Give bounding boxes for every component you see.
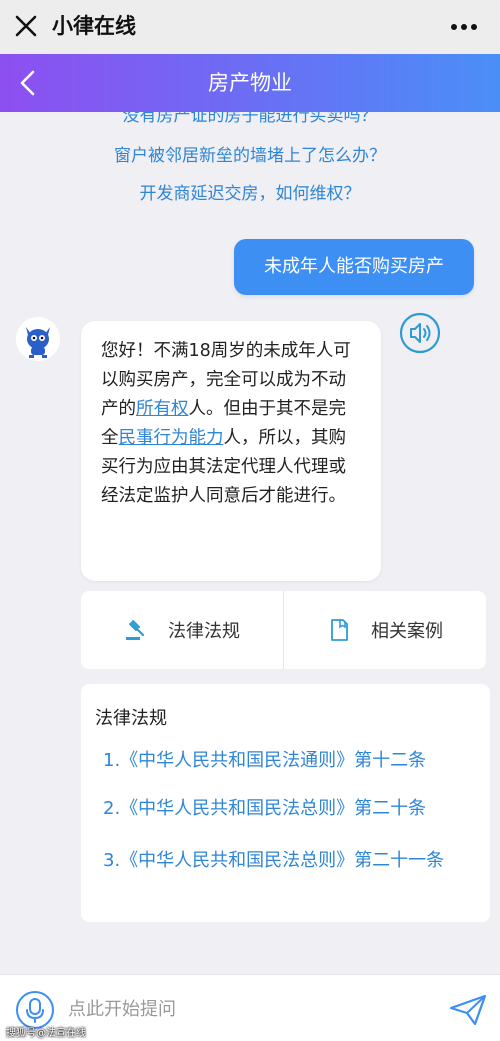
suggested-question[interactable]: 开发商延迟交房，如何维权？ bbox=[0, 182, 500, 206]
speaker-icon[interactable] bbox=[399, 312, 441, 354]
top-bar: 小律在线 bbox=[0, 0, 500, 54]
term-link-ownership[interactable]: 所有权 bbox=[136, 399, 189, 419]
gavel-icon bbox=[126, 620, 145, 640]
law-link[interactable]: 2.《中华人民共和国民法总则》第二十条 bbox=[103, 794, 475, 824]
send-icon[interactable] bbox=[448, 993, 488, 1027]
laws-panel: 法律法规 1.《中华人民共和国民法通则》第十二条 2.《中华人民共和国民法总则》… bbox=[81, 684, 490, 922]
law-link[interactable]: 1.《中华人民共和国民法通则》第十二条 bbox=[103, 746, 475, 776]
microphone-icon bbox=[26, 998, 44, 1023]
suggested-question[interactable]: 窗户被邻居新垒的墙堵上了怎么办？ bbox=[0, 144, 500, 168]
document-icon bbox=[331, 619, 348, 641]
tab-cases-label: 相关案例 bbox=[371, 621, 443, 642]
chat-area: 没有房产证的房子能进行买卖吗？ 窗户被邻居新垒的墙堵上了怎么办？ 开发商延迟交房… bbox=[0, 112, 500, 974]
bot-avatar bbox=[16, 317, 60, 361]
page-title: 房产物业 bbox=[208, 71, 292, 95]
page-header: 房产物业 bbox=[0, 54, 500, 112]
bot-message-bubble: 您好！不满18周岁的未成年人可以购买房产，完全可以成为不动产的所有权人。但由于其… bbox=[81, 321, 381, 581]
question-input[interactable]: 点此开始提问 bbox=[68, 995, 176, 1025]
tab-laws-label: 法律法规 bbox=[168, 621, 240, 642]
robot-mascot-icon bbox=[16, 317, 60, 361]
user-message-bubble: 未成年人能否购买房产 bbox=[234, 239, 474, 295]
reference-tabs: 法律法规 相关案例 bbox=[81, 591, 486, 669]
suggested-question[interactable]: 没有房产证的房子能进行买卖吗？ bbox=[0, 112, 500, 128]
close-icon[interactable] bbox=[12, 12, 40, 40]
tab-laws[interactable]: 法律法规 bbox=[81, 591, 283, 669]
app-title: 小律在线 bbox=[52, 14, 136, 38]
term-link-civil-capacity[interactable]: 民事行为能力 bbox=[119, 428, 224, 448]
more-icon[interactable] bbox=[450, 17, 478, 37]
laws-panel-title: 法律法规 bbox=[95, 708, 167, 729]
back-arrow-icon[interactable] bbox=[14, 68, 42, 98]
watermark: 搜狐号@法宣在线 bbox=[6, 1028, 86, 1039]
law-link[interactable]: 3.《中华人民共和国民法总则》第二十一条 bbox=[103, 846, 475, 876]
tab-cases[interactable]: 相关案例 bbox=[283, 591, 486, 669]
